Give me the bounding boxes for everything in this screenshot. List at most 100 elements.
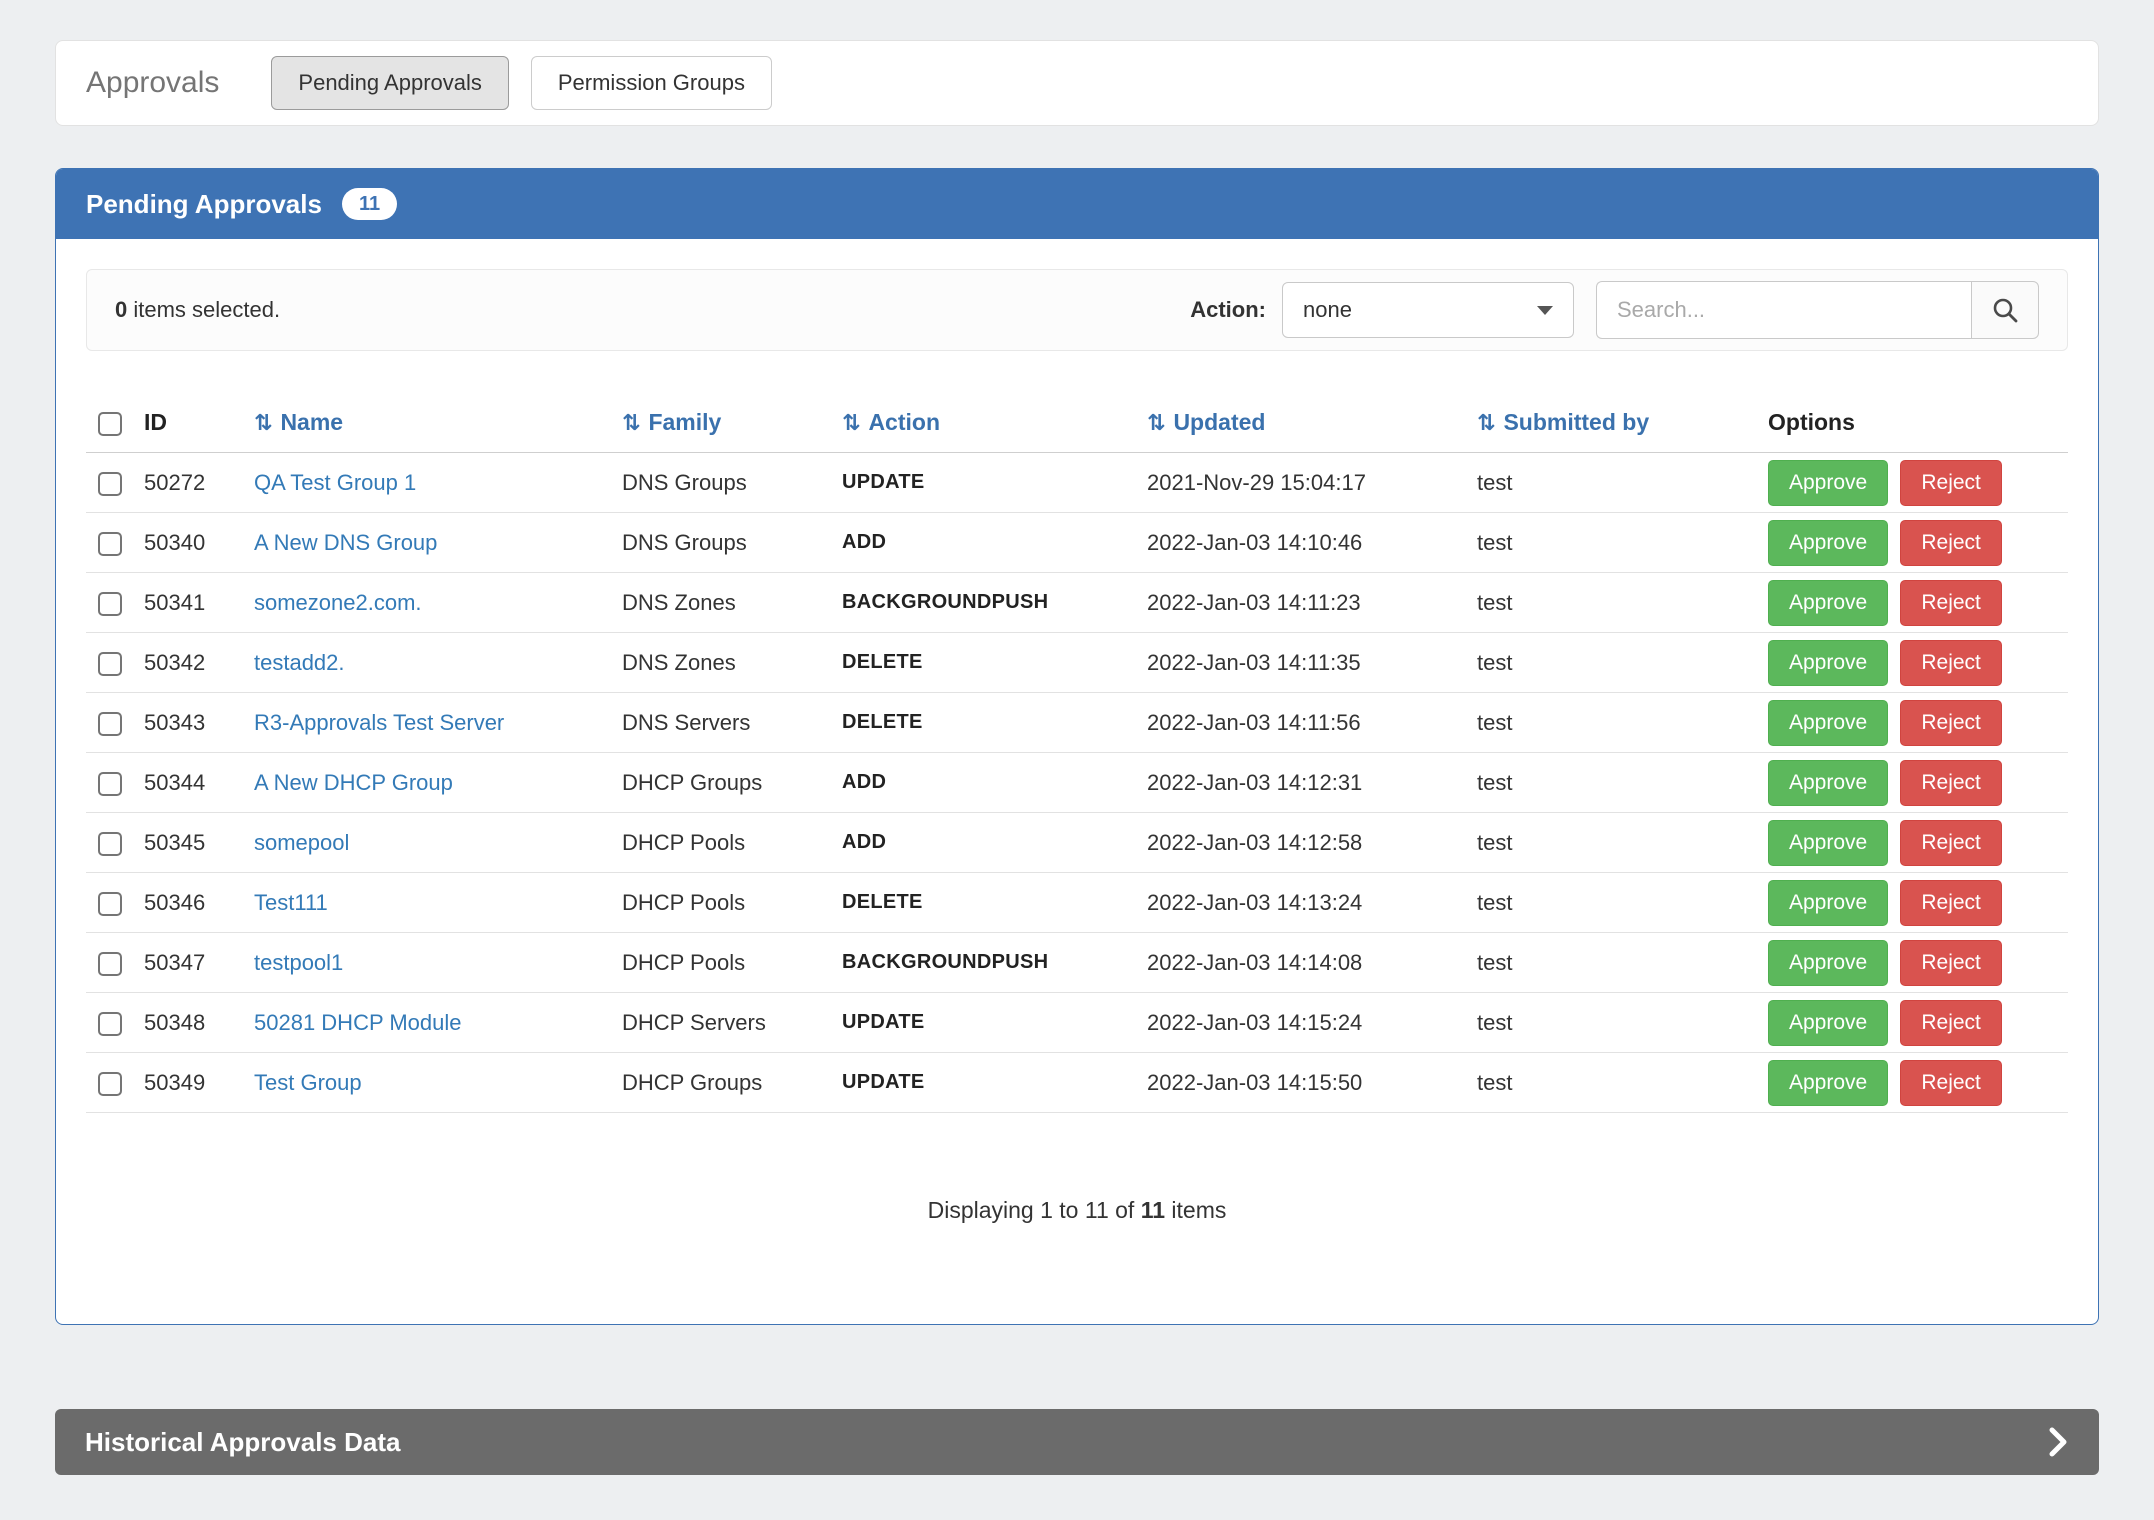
reject-button[interactable]: Reject (1900, 760, 2002, 806)
row-action: BACKGROUNDPUSH (842, 933, 1147, 993)
approve-button[interactable]: Approve (1768, 760, 1888, 806)
row-id: 50349 (144, 1053, 254, 1113)
table-row: 50347 testpool1 DHCP Pools BACKGROUNDPUS… (86, 933, 2068, 993)
column-header-family-label: Family (648, 409, 721, 435)
panel-title: Pending Approvals (86, 189, 322, 220)
approve-button[interactable]: Approve (1768, 700, 1888, 746)
table-row: 50349 Test Group DHCP Groups UPDATE 2022… (86, 1053, 2068, 1113)
select-all-checkbox[interactable] (98, 412, 122, 436)
row-submitted-by: test (1477, 633, 1768, 693)
table-body: 50272 QA Test Group 1 DNS Groups UPDATE … (86, 453, 2068, 1113)
reject-button[interactable]: Reject (1900, 640, 2002, 686)
reject-button[interactable]: Reject (1900, 940, 2002, 986)
row-name-link[interactable]: testadd2. (254, 650, 345, 675)
row-family: DHCP Groups (622, 753, 842, 813)
pagination-summary: Displaying 1 to 11 of 11 items (86, 1197, 2068, 1224)
row-name-link[interactable]: R3-Approvals Test Server (254, 710, 504, 735)
reject-button[interactable]: Reject (1900, 880, 2002, 926)
reject-button[interactable]: Reject (1900, 700, 2002, 746)
row-name-link[interactable]: Test Group (254, 1070, 362, 1095)
action-select-value: none (1303, 297, 1352, 323)
row-submitted-by: test (1477, 573, 1768, 633)
row-name-link[interactable]: 50281 DHCP Module (254, 1010, 462, 1035)
reject-button[interactable]: Reject (1900, 1000, 2002, 1046)
approve-button[interactable]: Approve (1768, 940, 1888, 986)
row-checkbox[interactable] (98, 1012, 122, 1036)
action-label: Action: (1190, 297, 1266, 323)
row-name-link[interactable]: Test111 (254, 890, 328, 915)
panel-header: Pending Approvals 11 (56, 169, 2098, 239)
tab-pending-approvals[interactable]: Pending Approvals (271, 56, 508, 110)
approve-button[interactable]: Approve (1768, 580, 1888, 626)
table-row: 50342 testadd2. DNS Zones DELETE 2022-Ja… (86, 633, 2068, 693)
reject-button[interactable]: Reject (1900, 460, 2002, 506)
approve-button[interactable]: Approve (1768, 1000, 1888, 1046)
historical-approvals-bar[interactable]: Historical Approvals Data (55, 1409, 2099, 1475)
row-updated: 2022-Jan-03 14:15:24 (1147, 993, 1477, 1053)
table-toolbar: 0 items selected. Action: none (86, 269, 2068, 351)
search-button[interactable] (1971, 281, 2039, 339)
row-id: 50346 (144, 873, 254, 933)
row-name-link[interactable]: A New DHCP Group (254, 770, 453, 795)
row-name-link[interactable]: somezone2.com. (254, 590, 422, 615)
row-checkbox[interactable] (98, 952, 122, 976)
row-action: ADD (842, 513, 1147, 573)
row-name-link[interactable]: QA Test Group 1 (254, 470, 416, 495)
column-header-options: Options (1768, 393, 2068, 453)
row-updated: 2022-Jan-03 14:11:35 (1147, 633, 1477, 693)
row-checkbox[interactable] (98, 832, 122, 856)
row-updated: 2022-Jan-03 14:12:58 (1147, 813, 1477, 873)
approve-button[interactable]: Approve (1768, 1060, 1888, 1106)
column-header-updated[interactable]: ⇅Updated (1147, 393, 1477, 453)
approve-button[interactable]: Approve (1768, 880, 1888, 926)
row-submitted-by: test (1477, 933, 1768, 993)
reject-button[interactable]: Reject (1900, 580, 2002, 626)
approve-button[interactable]: Approve (1768, 520, 1888, 566)
row-checkbox[interactable] (98, 652, 122, 676)
column-header-submitted-by[interactable]: ⇅Submitted by (1477, 393, 1768, 453)
row-checkbox[interactable] (98, 532, 122, 556)
row-submitted-by: test (1477, 813, 1768, 873)
table-row: 50341 somezone2.com. DNS Zones BACKGROUN… (86, 573, 2068, 633)
sort-icon: ⇅ (1477, 411, 1495, 436)
row-id: 50272 (144, 453, 254, 513)
row-checkbox[interactable] (98, 472, 122, 496)
action-select[interactable]: none (1282, 282, 1574, 338)
column-header-action[interactable]: ⇅Action (842, 393, 1147, 453)
pagination-prefix: Displaying 1 to 11 of (928, 1197, 1141, 1223)
approve-button[interactable]: Approve (1768, 820, 1888, 866)
chevron-down-icon (1537, 306, 1553, 315)
row-family: DNS Groups (622, 513, 842, 573)
reject-button[interactable]: Reject (1900, 1060, 2002, 1106)
row-family: DHCP Pools (622, 873, 842, 933)
row-action: BACKGROUNDPUSH (842, 573, 1147, 633)
row-family: DNS Servers (622, 693, 842, 753)
chevron-right-icon (2047, 1425, 2069, 1459)
sort-icon: ⇅ (254, 411, 272, 436)
table-row: 50343 R3-Approvals Test Server DNS Serve… (86, 693, 2068, 753)
row-checkbox[interactable] (98, 712, 122, 736)
row-updated: 2022-Jan-03 14:11:23 (1147, 573, 1477, 633)
row-family: DNS Zones (622, 573, 842, 633)
row-family: DHCP Servers (622, 993, 842, 1053)
approve-button[interactable]: Approve (1768, 640, 1888, 686)
row-checkbox[interactable] (98, 1072, 122, 1096)
row-action: UPDATE (842, 453, 1147, 513)
tab-permission-groups[interactable]: Permission Groups (531, 56, 772, 110)
row-checkbox[interactable] (98, 772, 122, 796)
row-updated: 2022-Jan-03 14:13:24 (1147, 873, 1477, 933)
row-family: DHCP Pools (622, 933, 842, 993)
row-checkbox[interactable] (98, 592, 122, 616)
column-header-family[interactable]: ⇅Family (622, 393, 842, 453)
row-name-link[interactable]: testpool1 (254, 950, 343, 975)
approve-button[interactable]: Approve (1768, 460, 1888, 506)
row-checkbox[interactable] (98, 892, 122, 916)
row-name-link[interactable]: somepool (254, 830, 349, 855)
search-input[interactable] (1596, 281, 1971, 339)
column-header-name[interactable]: ⇅Name (254, 393, 622, 453)
reject-button[interactable]: Reject (1900, 520, 2002, 566)
table-row: 50348 50281 DHCP Module DHCP Servers UPD… (86, 993, 2068, 1053)
reject-button[interactable]: Reject (1900, 820, 2002, 866)
pagination-count: 11 (1141, 1197, 1165, 1223)
row-name-link[interactable]: A New DNS Group (254, 530, 437, 555)
